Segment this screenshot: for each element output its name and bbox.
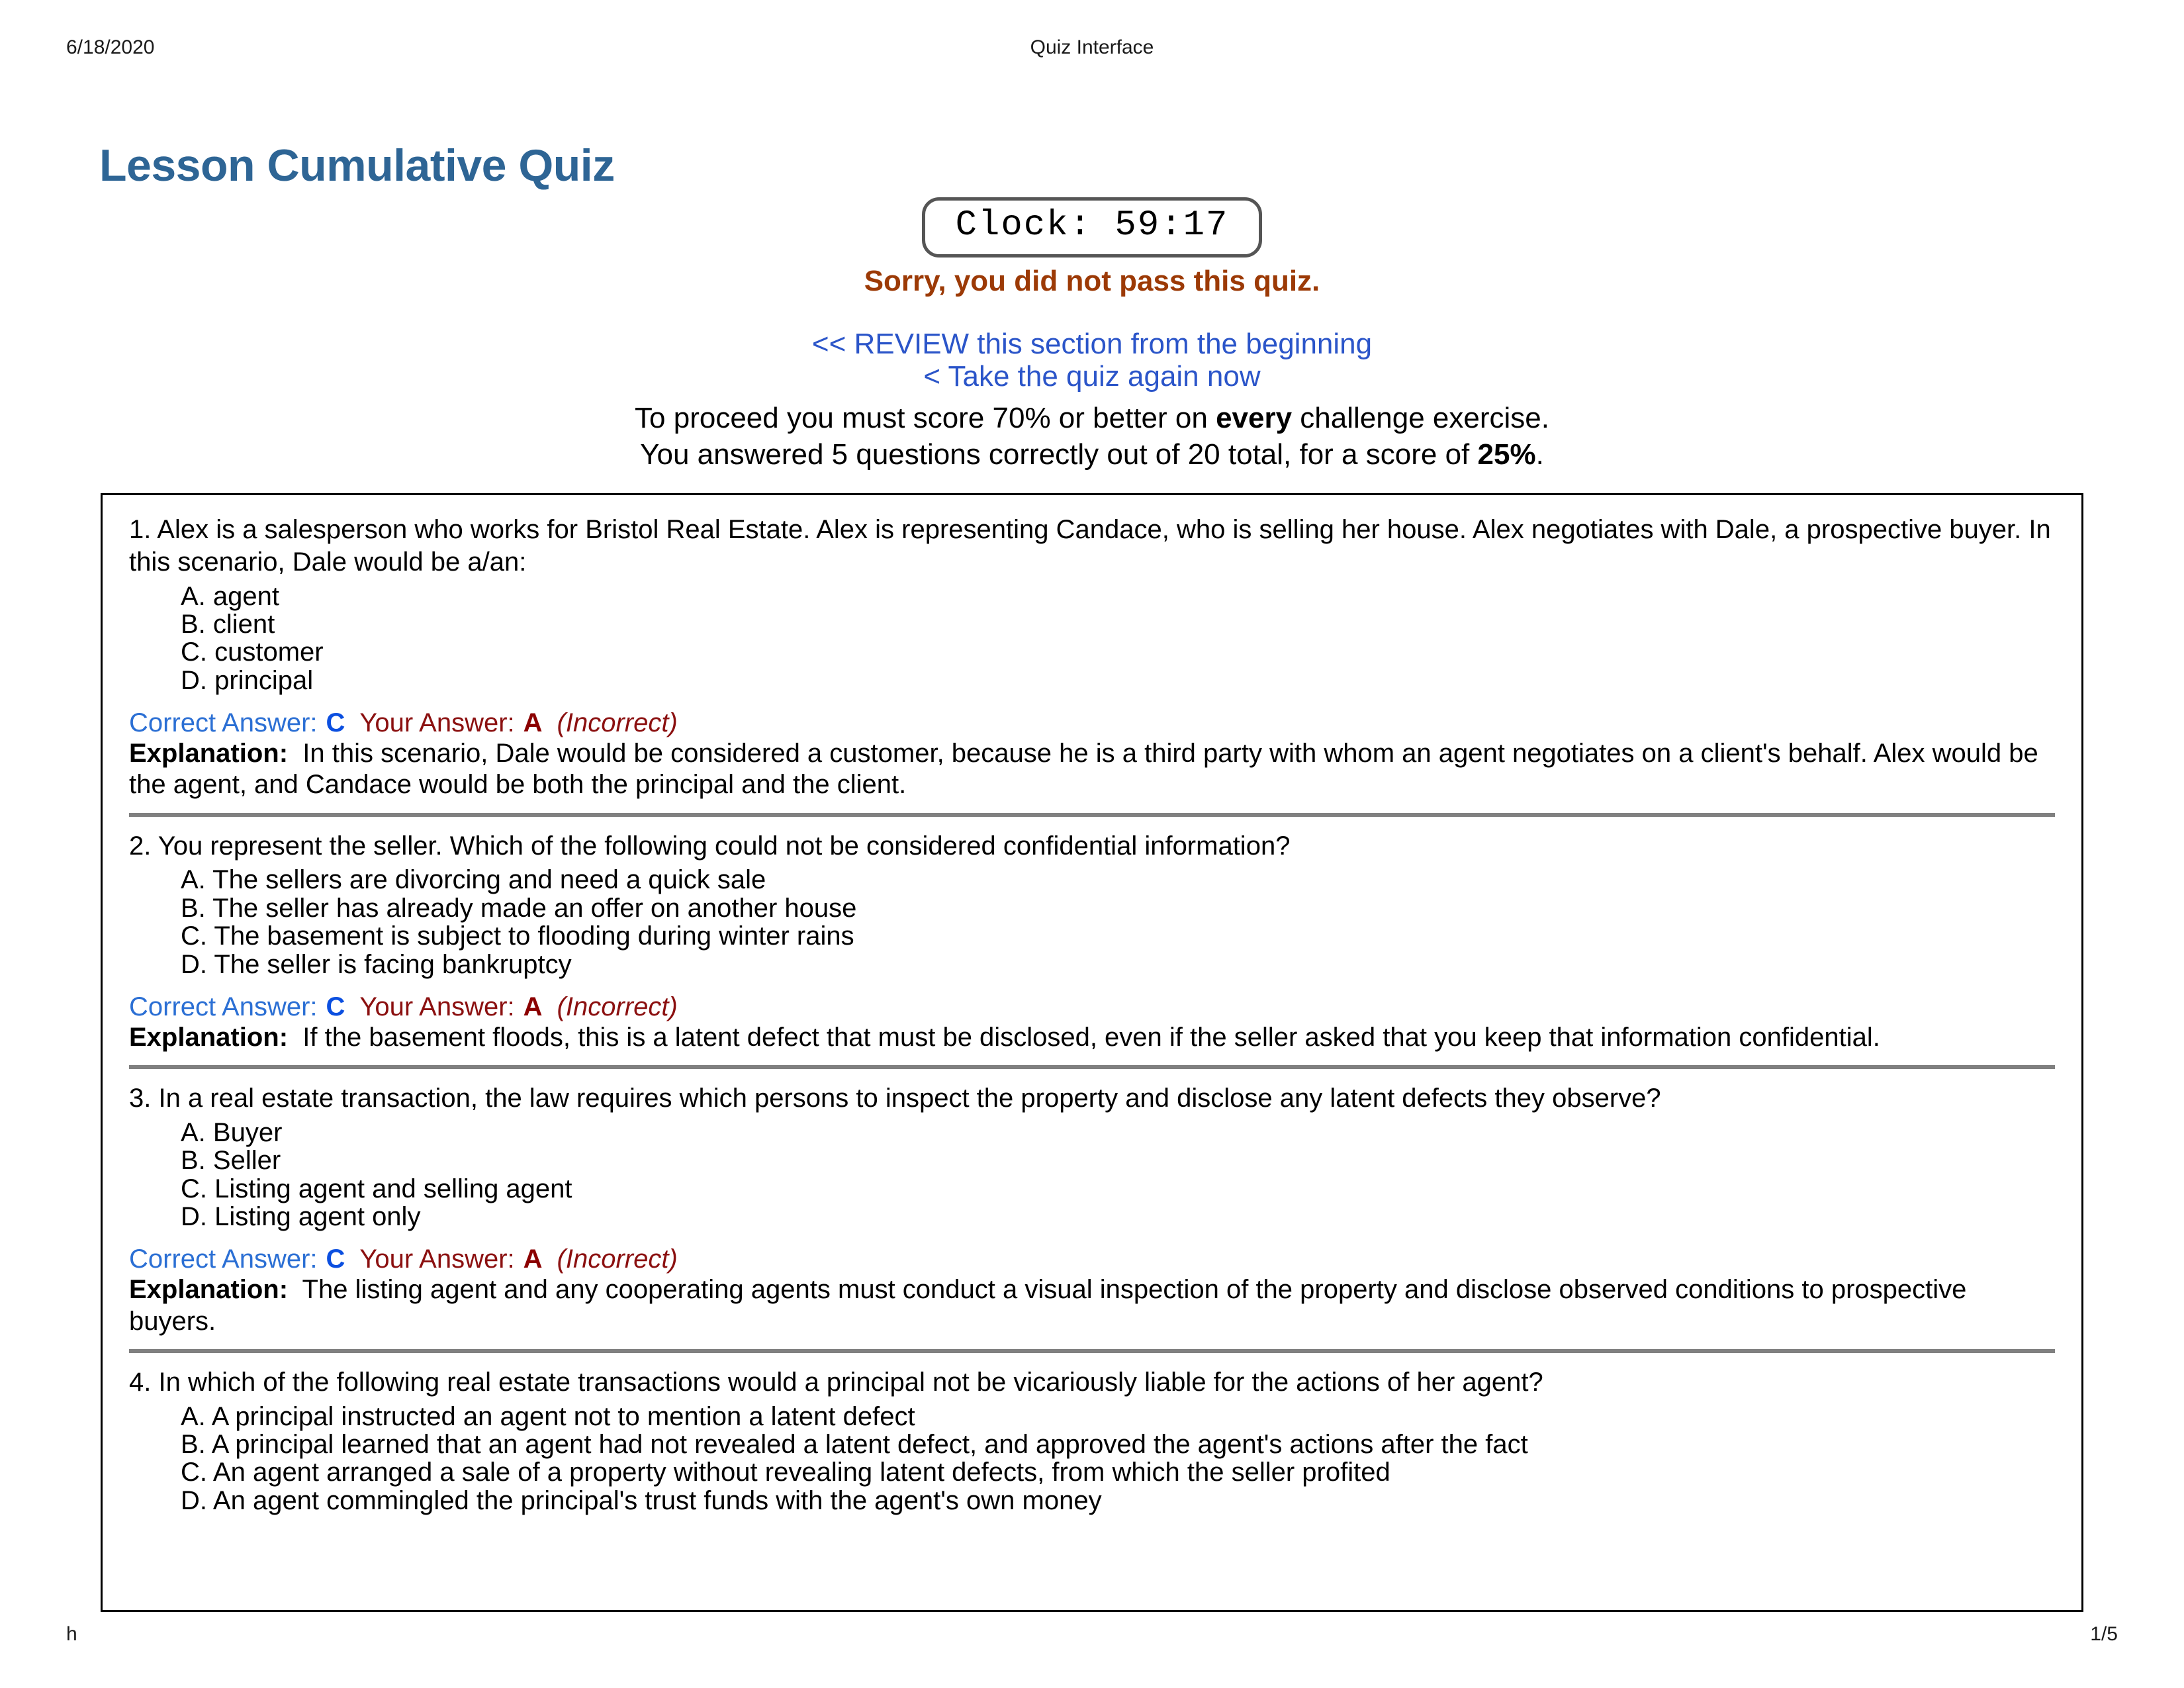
your-answer-value: A [523, 1244, 543, 1274]
explanation-label: Explanation: [129, 1275, 289, 1305]
answer-summary: Correct Answer: C Your Answer: A (Incorrect) [129, 993, 2055, 1021]
your-answer-label: Your Answer: [359, 708, 515, 738]
proceed-text-before: To proceed you must score 70% or better … [635, 402, 1216, 434]
question-item: 2. You represent the seller. Which of th… [129, 830, 2055, 1054]
question-item: 3. In a real estate transaction, the law… [129, 1082, 2055, 1337]
correct-answer-label: Correct Answer: [129, 1244, 318, 1274]
choice-option[interactable]: C. An agent arranged a sale of a propert… [181, 1458, 2055, 1487]
explanation-text: If the basement floods, this is a latent… [302, 1022, 1880, 1052]
choice-option[interactable]: D. The seller is facing bankruptcy [181, 950, 2055, 978]
question-separator [129, 1348, 2055, 1353]
choice-option[interactable]: D. principal [181, 666, 2055, 694]
choice-option[interactable]: C. Listing agent and selling agent [181, 1174, 2055, 1203]
choice-list: A. Buyer B. Seller C. Listing agent and … [129, 1118, 2055, 1231]
clock-display: Clock: 59:17 [921, 197, 1263, 258]
explanation-label: Explanation: [129, 739, 289, 769]
choice-option[interactable]: B. Seller [181, 1147, 2055, 1175]
choice-option[interactable]: A. Buyer [181, 1118, 2055, 1147]
explanation-text: The listing agent and any cooperating ag… [129, 1275, 1967, 1336]
choice-option[interactable]: B. client [181, 610, 2055, 639]
choice-option[interactable]: A. The sellers are divorcing and need a … [181, 866, 2055, 894]
answer-verdict: (Incorrect) [557, 708, 678, 738]
print-document-title: Quiz Interface [1030, 36, 1154, 58]
choice-option[interactable]: D. An agent commingled the principal's t… [181, 1486, 2055, 1515]
question-stem: 2. You represent the seller. Which of th… [129, 831, 1291, 861]
proceed-emphasis: every [1216, 402, 1293, 434]
score-summary-text: You answered 5 questions correctly out o… [0, 438, 2184, 471]
choice-list: A. The sellers are divorcing and need a … [129, 866, 2055, 978]
score-percent: 25% [1477, 438, 1536, 471]
footer-left-text: h [66, 1623, 77, 1645]
choice-list: A. agent B. client C. customer D. princi… [129, 582, 2055, 694]
your-answer-value: A [523, 708, 543, 738]
print-header: 6/18/2020 Quiz Interface [0, 36, 2184, 63]
correct-answer-label: Correct Answer: [129, 708, 318, 738]
clock-container: Clock: 59:17 [0, 197, 2184, 258]
score-text-after: . [1535, 438, 1544, 471]
question-stem: 4. In which of the following real estate… [129, 1367, 1543, 1397]
question-stem: 3. In a real estate transaction, the law… [129, 1084, 1661, 1113]
answer-verdict: (Incorrect) [557, 992, 678, 1021]
explanation-block: Explanation: The listing agent and any c… [129, 1274, 2055, 1336]
retake-quiz-link[interactable]: < Take the quiz again now [0, 360, 2184, 393]
choice-option[interactable]: D. Listing agent only [181, 1203, 2055, 1231]
question-item: 1. Alex is a salesperson who works for B… [129, 514, 2055, 801]
correct-answer-label: Correct Answer: [129, 992, 318, 1021]
explanation-text: In this scenario, Dale would be consider… [129, 739, 2038, 800]
explanation-block: Explanation: In this scenario, Dale woul… [129, 738, 2055, 800]
explanation-block: Explanation: If the basement floods, thi… [129, 1022, 2055, 1053]
answer-verdict: (Incorrect) [557, 1244, 678, 1274]
correct-answer-value: C [326, 1244, 345, 1274]
choice-list: A. A principal instructed an agent not t… [129, 1402, 2055, 1515]
question-item: 4. In which of the following real estate… [129, 1366, 2055, 1515]
your-answer-value: A [523, 992, 543, 1021]
choice-option[interactable]: A. agent [181, 582, 2055, 610]
proceed-requirement-text: To proceed you must score 70% or better … [0, 402, 2184, 435]
question-separator [129, 812, 2055, 817]
correct-answer-value: C [326, 992, 345, 1021]
fail-message: Sorry, you did not pass this quiz. [864, 265, 1320, 297]
choice-option[interactable]: C. customer [181, 638, 2055, 667]
quiz-action-links: << REVIEW this section from the beginnin… [0, 328, 2184, 393]
your-answer-label: Your Answer: [359, 1244, 515, 1274]
choice-option[interactable]: C. The basement is subject to flooding d… [181, 922, 2055, 951]
choice-option[interactable]: B. The seller has already made an offer … [181, 894, 2055, 922]
questions-list: 1. Alex is a salesperson who works for B… [103, 495, 2081, 1515]
page-title: Lesson Cumulative Quiz [99, 140, 615, 191]
review-section-link[interactable]: << REVIEW this section from the beginnin… [0, 328, 2184, 360]
explanation-label: Explanation: [129, 1022, 289, 1052]
answer-summary: Correct Answer: C Your Answer: A (Incorrect) [129, 709, 2055, 737]
page-number: 1/5 [2090, 1623, 2118, 1645]
question-stem: 1. Alex is a salesperson who works for B… [129, 515, 2051, 577]
answer-summary: Correct Answer: C Your Answer: A (Incorrect) [129, 1245, 2055, 1273]
questions-panel: 1. Alex is a salesperson who works for B… [101, 493, 2083, 1612]
your-answer-label: Your Answer: [359, 992, 515, 1021]
choice-option[interactable]: B. A principal learned that an agent had… [181, 1430, 2055, 1459]
score-text-before: You answered 5 questions correctly out o… [640, 438, 1478, 471]
proceed-text-after: challenge exercise. [1292, 402, 1549, 434]
correct-answer-value: C [326, 708, 345, 738]
print-footer: h 1/5 [0, 1623, 2184, 1650]
question-separator [129, 1065, 2055, 1070]
choice-option[interactable]: A. A principal instructed an agent not t… [181, 1402, 2055, 1430]
